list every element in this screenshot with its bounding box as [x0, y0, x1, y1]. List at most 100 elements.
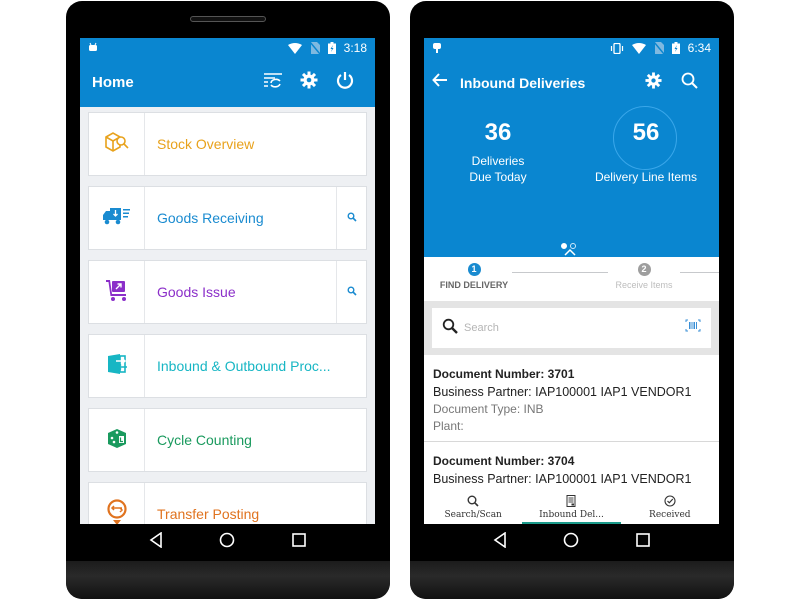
back-triangle-icon: [149, 531, 163, 553]
phone-chin: [410, 561, 734, 599]
transfer-pin-icon: [106, 498, 128, 524]
android-icon: [432, 41, 442, 56]
business-partner: Business Partner: IAP100001 IAP1 VENDOR1: [433, 385, 692, 399]
step-connector: [680, 272, 719, 273]
kpi-label: Deliveries: [471, 154, 525, 168]
tab-inbound-deliveries[interactable]: Inbound Del...: [522, 490, 621, 524]
status-bar: 3:18: [80, 38, 375, 58]
step-receive-items[interactable]: 2 Receive Items: [604, 263, 684, 290]
system-nav-bar: [424, 524, 719, 561]
tile-inbound-outbound[interactable]: Inbound & Outbound Proc...: [88, 334, 367, 398]
stepper: 1 FIND DELIVERY 2 Receive Items: [424, 257, 719, 301]
search-icon: [467, 495, 479, 510]
tab-search-scan[interactable]: Search/Scan: [424, 490, 522, 524]
door-exchange-icon: [106, 353, 128, 380]
android-icon: [88, 41, 98, 55]
tile-stock-overview[interactable]: Stock Overview: [88, 112, 367, 176]
gear-icon: [300, 71, 318, 94]
search-box: [432, 308, 711, 348]
tile-goods-issue[interactable]: Goods Issue: [88, 260, 367, 324]
tile-cycle-counting[interactable]: Cycle Counting: [88, 408, 367, 472]
cube-count-icon: [106, 427, 128, 454]
step-number: 2: [637, 263, 651, 276]
step-find-delivery[interactable]: 1 FIND DELIVERY: [434, 263, 514, 290]
kpi-line-items: 56 Delivery Line Items: [579, 119, 713, 185]
inbound-deliveries-screen: 6:34 Inbound Deliveries 36 Deliveries Du…: [424, 38, 719, 524]
tab-label: Inbound Del...: [539, 509, 604, 520]
app-bar: Inbound Deliveries: [424, 58, 719, 107]
kpi-label: Delivery Line Items: [594, 170, 698, 184]
step-connector: [512, 272, 608, 273]
speaker-grille: [190, 16, 266, 22]
search-icon: [681, 72, 698, 94]
phone-home: 3:18 Home Stock Overview Goods Receiving…: [66, 1, 390, 599]
bottom-navigation: Search/Scan Inbound Del... Received: [424, 490, 719, 524]
tile-label: Cycle Counting: [157, 432, 252, 448]
system-nav-bar: [80, 524, 375, 561]
battery-charging-icon: [671, 42, 680, 54]
tile-goods-receiving[interactable]: Goods Receiving: [88, 186, 367, 250]
recents-square-icon: [292, 533, 306, 552]
nav-recents-button[interactable]: [628, 528, 658, 558]
wifi-icon: [631, 42, 646, 54]
home-screen: 3:18 Home Stock Overview Goods Receiving…: [80, 38, 375, 524]
wifi-icon: [287, 42, 302, 54]
search-icon: [442, 318, 458, 339]
nav-home-button[interactable]: [556, 528, 586, 558]
barcode-scan-button[interactable]: [685, 319, 701, 337]
kpi-carousel[interactable]: 36 Deliveries Due Today 56 Delivery Line…: [424, 106, 719, 257]
recents-square-icon: [636, 533, 650, 552]
tab-label: Received: [649, 509, 691, 520]
page-title: Home: [92, 74, 134, 91]
settings-button[interactable]: [291, 71, 327, 94]
document-number: Document Number: 3701: [433, 367, 575, 381]
vibrate-icon: [610, 42, 624, 54]
phone-inbound-deliveries: 6:34 Inbound Deliveries 36 Deliveries Du…: [410, 1, 734, 599]
logout-button[interactable]: [327, 71, 363, 94]
document-number: Document Number: 3704: [433, 454, 575, 468]
phone-chin: [66, 561, 390, 599]
kpi-value: 36: [484, 119, 512, 146]
step-label: Receive Items: [615, 280, 673, 290]
nav-recents-button[interactable]: [284, 528, 314, 558]
tab-received[interactable]: Received: [621, 490, 719, 524]
search-input[interactable]: [464, 322, 685, 334]
document-icon: [566, 494, 576, 510]
nav-back-button[interactable]: [141, 528, 171, 558]
nav-back-button[interactable]: [485, 528, 515, 558]
tile-label: Stock Overview: [157, 136, 255, 152]
tab-label: Search/Scan: [444, 509, 502, 520]
barcode-icon: [685, 319, 701, 336]
nav-home-button[interactable]: [212, 528, 242, 558]
sync-button[interactable]: [255, 72, 291, 93]
business-partner: Business Partner: IAP100001 IAP1 VENDOR1: [433, 472, 692, 486]
goods-receiving-search-button[interactable]: [336, 187, 366, 249]
plant: Plant:: [433, 419, 464, 433]
document-type: Document Type: INB: [433, 402, 544, 416]
gear-icon: [644, 71, 662, 94]
status-bar: 6:34: [424, 38, 719, 58]
settings-button[interactable]: [635, 71, 671, 94]
step-label: FIND DELIVERY: [439, 280, 509, 290]
kpi-value: 56: [632, 119, 660, 146]
tile-list: Stock Overview Goods Receiving Goods Iss…: [80, 107, 375, 524]
goods-issue-search-button[interactable]: [336, 261, 366, 323]
home-circle-icon: [219, 532, 235, 553]
search-area: [424, 301, 719, 355]
back-triangle-icon: [493, 531, 507, 553]
tile-label: Goods Receiving: [157, 210, 264, 226]
kpi-label: Due Today: [469, 170, 527, 184]
tile-transfer-posting[interactable]: Transfer Posting: [88, 482, 367, 524]
back-button[interactable]: [432, 73, 460, 92]
search-icon: [347, 209, 357, 227]
no-sim-icon: [309, 42, 320, 54]
sync-filter-icon: [263, 72, 283, 93]
no-sim-icon: [653, 42, 664, 54]
status-time: 3:18: [343, 41, 367, 55]
battery-charging-icon: [327, 42, 336, 54]
document-list-item[interactable]: Document Number: 3701 Business Partner: …: [424, 355, 719, 442]
page-title: Inbound Deliveries: [460, 74, 586, 91]
app-bar: Home: [80, 58, 375, 107]
search-button[interactable]: [671, 72, 707, 94]
cart-issue-icon: [105, 278, 129, 307]
